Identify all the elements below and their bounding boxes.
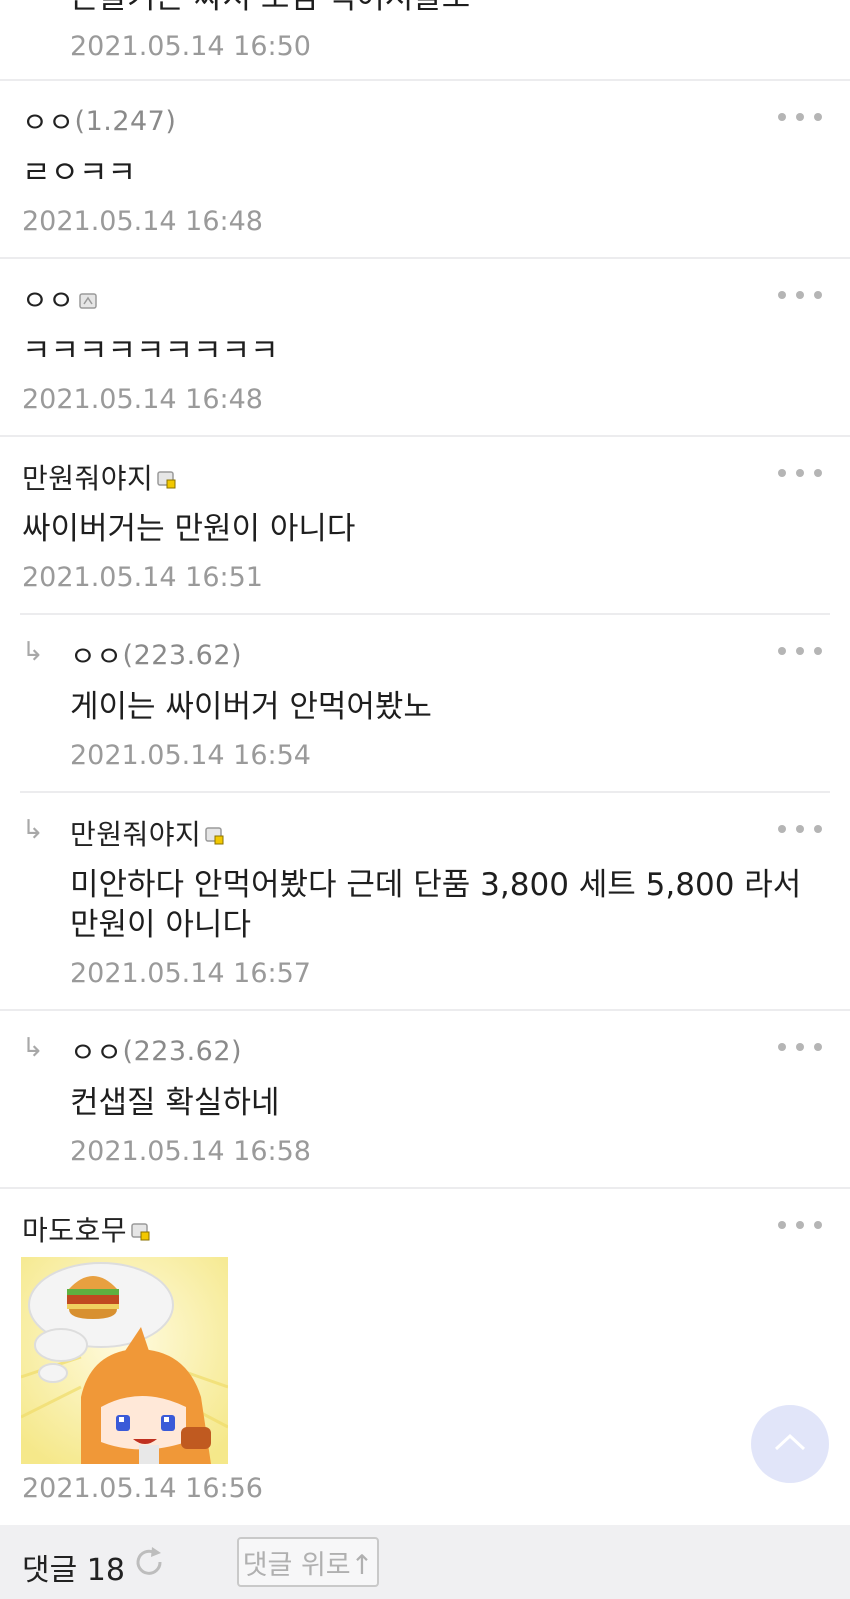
author-nickname: ㅇㅇ: [22, 106, 75, 139]
comment-author[interactable]: ㅇㅇ: [22, 279, 97, 319]
refresh-icon[interactable]: [132, 1545, 166, 1579]
more-dots-icon[interactable]: [778, 641, 822, 661]
comment-time: 2021.05.14 16:54: [70, 740, 311, 771]
scroll-top-button[interactable]: [751, 1405, 829, 1483]
comment-footer-bar: 댓글 18 댓글 위로↑: [0, 1525, 850, 1599]
comment-time: 2021.05.14 16:57: [70, 958, 311, 989]
more-dots-icon[interactable]: [778, 463, 822, 483]
comment-time: 2021.05.14 16:48: [22, 384, 263, 415]
comment-author[interactable]: 만원줘야지: [70, 813, 224, 853]
fixed-nick-badge-icon: [205, 827, 224, 845]
reply-arrow-icon: ↳: [22, 815, 44, 845]
comment-time: 2021.05.14 16:50: [70, 31, 311, 62]
author-ip: (223.62): [122, 639, 243, 671]
author-nickname: ㅇㅇ: [70, 1036, 123, 1069]
fixed-nick-badge-icon: [131, 1223, 150, 1241]
author-nickname: 만원줘야지: [22, 462, 154, 495]
reply-item: ↳ ㅇㅇ (223.62) 게이는 싸이버거 안먹어봤노 2021.05.14 1…: [0, 615, 850, 791]
comment-author[interactable]: 마도호무: [22, 1209, 150, 1249]
more-dots-icon[interactable]: [778, 819, 822, 839]
more-dots-icon[interactable]: [778, 1215, 822, 1235]
comment-count: 댓글 18: [22, 1553, 125, 1588]
reply-arrow-icon: ↳: [22, 1033, 44, 1063]
more-dots-icon[interactable]: [778, 1037, 822, 1057]
comment-time: 2021.05.14 16:48: [22, 206, 263, 237]
comment-item: ㅇㅇ (1.247) ㄹㅇㅋㅋ 2021.05.14 16:48: [0, 81, 850, 257]
more-dots-icon[interactable]: [778, 285, 822, 305]
comment-body: 미안하다 안먹어봤다 근데 단품 3,800 세트 5,800 라서 만원이 아…: [70, 867, 802, 943]
comment-author[interactable]: ㅇㅇ (223.62): [70, 635, 242, 675]
more-dots-icon[interactable]: [778, 107, 822, 127]
author-ip: (223.62): [122, 1035, 243, 1067]
comment-body: 근들기는 싸서 보겸 먹어서들꼬: [70, 0, 470, 18]
comment-item: ㅇㅇ ㅋㅋㅋㅋㅋㅋㅋㅋㅋ 2021.05.14 16:48: [0, 259, 850, 435]
comment-item: 만원줘야지 싸이버거는 만원이 아니다 2021.05.14 16:51: [0, 437, 850, 613]
fixed-nick-badge-icon: [157, 471, 176, 489]
reply-arrow-icon: ↳: [22, 637, 44, 667]
half-fixed-nick-badge-icon: [78, 293, 97, 309]
comment-body: ㄹㅇㅋㅋ: [22, 155, 137, 191]
comment-item: 근들기는 싸서 보겸 먹어서들꼬 2021.05.14 16:50: [0, 0, 850, 80]
author-nickname: ㅇㅇ: [22, 284, 75, 317]
comment-time: 2021.05.14 16:56: [22, 1473, 263, 1504]
chevron-up-icon: [773, 1432, 807, 1456]
comment-body: 게이는 싸이버거 안먹어봤노: [70, 689, 432, 725]
comment-author[interactable]: 만원줘야지: [22, 457, 176, 497]
author-nickname: ㅇㅇ: [70, 640, 123, 673]
comments-top-button[interactable]: 댓글 위로↑: [237, 1537, 379, 1587]
author-ip: (1.247): [74, 105, 177, 137]
comment-author[interactable]: ㅇㅇ (223.62): [70, 1031, 242, 1071]
comment-author[interactable]: ㅇㅇ (1.247): [22, 101, 176, 141]
comment-body: ㅋㅋㅋㅋㅋㅋㅋㅋㅋ: [22, 333, 279, 369]
author-nickname: 만원줘야지: [70, 818, 202, 851]
comment-body: 싸이버거는 만원이 아니다: [22, 511, 356, 547]
comment-body: 컨샙질 확실하네: [70, 1085, 280, 1121]
author-nickname: 마도호무: [22, 1214, 128, 1247]
reply-item: ↳ 만원줘야지 미안하다 안먹어봤다 근데 단품 3,800 세트 5,800 …: [0, 793, 850, 1009]
reply-item: ↳ ㅇㅇ (223.62) 컨샙질 확실하네 2021.05.14 16:58: [0, 1011, 850, 1187]
comment-time: 2021.05.14 16:51: [22, 562, 263, 593]
dccon-image[interactable]: [21, 1257, 228, 1464]
comment-time: 2021.05.14 16:58: [70, 1136, 311, 1167]
